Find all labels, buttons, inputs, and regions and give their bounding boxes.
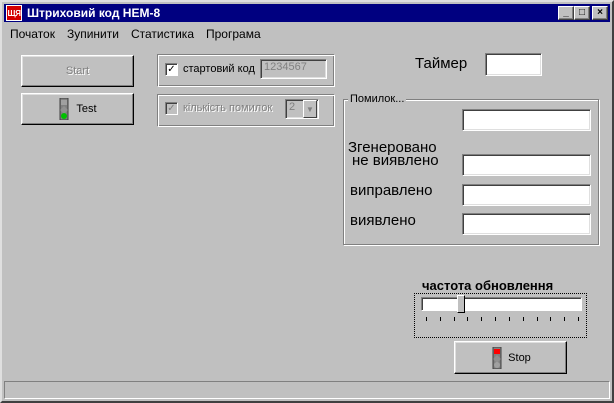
slider-tick [578, 317, 579, 321]
stop-button-label: Stop [508, 351, 531, 364]
start-code-checkbox[interactable]: ✓ [165, 63, 178, 76]
dropdown-arrow-icon[interactable]: ▼ [303, 100, 317, 118]
timer-field[interactable] [485, 53, 542, 76]
corrected-field[interactable] [462, 184, 591, 206]
error-count-checkbox[interactable]: ✓ [165, 102, 178, 115]
slider-thumb[interactable] [456, 295, 465, 313]
title-bar[interactable]: ЩЯ Штриховий код НЕМ-8 _ □ × [4, 4, 610, 22]
start-code-label: стартовий код [183, 63, 255, 75]
slider-tick [522, 317, 524, 321]
timer-label: Таймер [415, 55, 468, 72]
traffic-light-stop-icon [492, 346, 502, 370]
maximize-button[interactable]: □ [574, 6, 590, 20]
test-button[interactable]: Test [21, 93, 134, 125]
menu-item-stop[interactable]: Зупинити [61, 25, 125, 43]
start-button[interactable]: Start [21, 55, 134, 87]
window-title: Штриховий код НЕМ-8 [27, 6, 161, 20]
slider-tick [536, 317, 538, 321]
error-count-label: кількість помилок [183, 102, 273, 114]
close-button[interactable]: × [592, 6, 608, 20]
stop-button[interactable]: Stop [454, 341, 567, 374]
minimize-button[interactable]: _ [558, 6, 574, 20]
errors-group-title: Помилок... [348, 93, 407, 105]
menu-item-program[interactable]: Програма [200, 25, 267, 43]
traffic-light-icon [59, 97, 69, 121]
slider-tick [426, 317, 427, 321]
slider-tick [467, 317, 469, 321]
menu-item-start[interactable]: Початок [4, 25, 61, 43]
generated-field[interactable] [462, 109, 591, 131]
test-button-label: Test [76, 103, 97, 115]
main-window: ЩЯ Штриховий код НЕМ-8 _ □ × Початок Зуп… [0, 0, 614, 403]
start-code-field[interactable]: 1234567 [260, 59, 327, 79]
not-detected-field[interactable] [462, 154, 591, 176]
slider-tick [453, 317, 455, 321]
refresh-rate-label: частота обновлення [422, 278, 554, 293]
start-button-label: Start [65, 65, 90, 77]
slider-tick [564, 317, 566, 321]
menu-item-statistics[interactable]: Статистика [125, 25, 200, 43]
error-count-value: 2 [289, 101, 296, 113]
slider-track [421, 297, 582, 311]
slider-tick [439, 317, 441, 321]
status-bar [4, 381, 610, 399]
slider-tick [508, 317, 510, 321]
slider-tick [495, 317, 497, 321]
window-controls: _ □ × [558, 6, 608, 20]
not-detected-label: не виявлено [352, 152, 439, 169]
detected-field[interactable] [462, 213, 591, 235]
app-icon[interactable]: ЩЯ [6, 5, 22, 21]
detected-label: виявлено [350, 212, 416, 229]
menu-bar: Початок Зупинити Статистика Програма [4, 24, 610, 44]
slider-tick [550, 317, 552, 321]
slider-tick [481, 317, 483, 321]
corrected-label: виправлено [350, 182, 433, 199]
